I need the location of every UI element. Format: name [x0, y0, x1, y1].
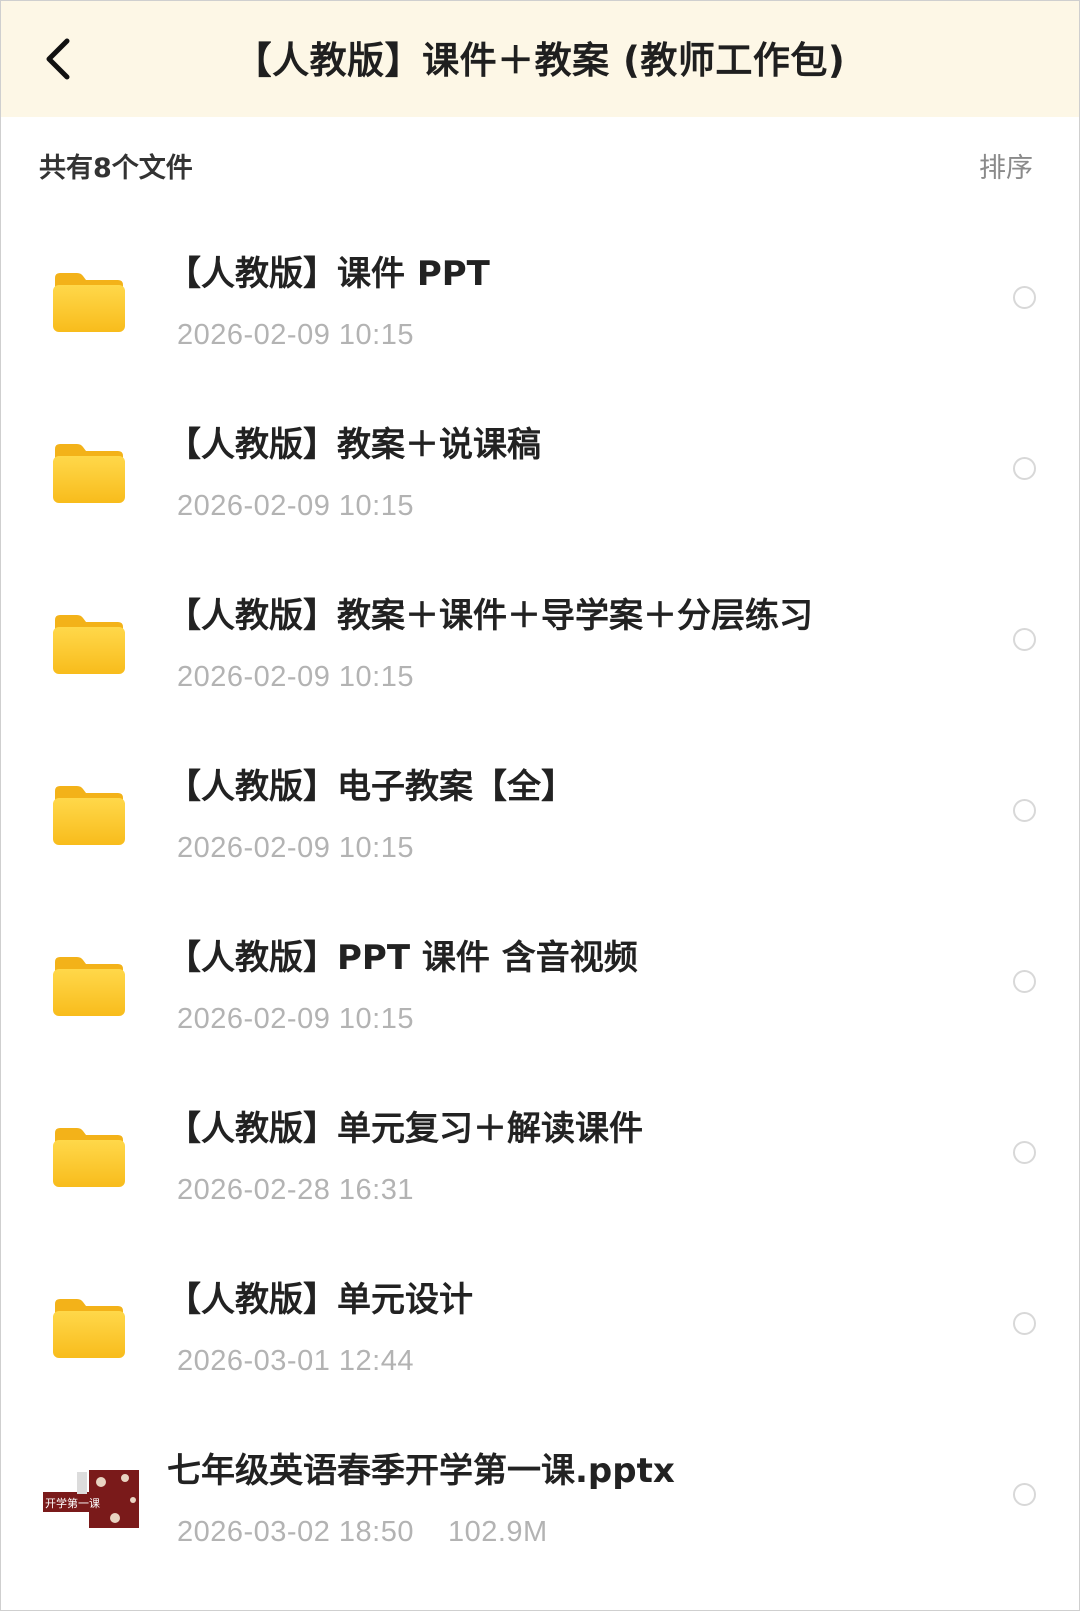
- file-date: 2026-02-09 10:15: [177, 999, 414, 1039]
- select-radio[interactable]: [1013, 457, 1036, 480]
- select-radio[interactable]: [1013, 1312, 1036, 1335]
- list-item-folder[interactable]: 【人教版】教案＋课件＋导学案＋分层练习 2026-02-09 10:15: [1, 565, 1079, 736]
- header-bar: 【人教版】课件＋教案 (教师工作包): [1, 1, 1079, 117]
- folder-icon: [53, 444, 125, 503]
- sort-button[interactable]: 排序: [979, 149, 1033, 189]
- list-item-folder[interactable]: 【人教版】电子教案【全】 2026-02-09 10:15: [1, 736, 1079, 907]
- select-radio[interactable]: [1013, 799, 1036, 822]
- pptx-thumbnail-icon: 开学第一课: [37, 1470, 141, 1528]
- file-name: 【人教版】课件 PPT: [167, 254, 490, 294]
- back-button[interactable]: [37, 35, 81, 83]
- file-date: 2026-02-09 10:15: [177, 315, 414, 355]
- folder-icon: [53, 1128, 125, 1187]
- file-name: 【人教版】教案＋课件＋导学案＋分层练习: [167, 596, 813, 636]
- file-name: 【人教版】单元设计: [167, 1280, 473, 1320]
- list-item-folder[interactable]: 【人教版】单元复习＋解读课件 2026-02-28 16:31: [1, 1078, 1079, 1249]
- select-radio[interactable]: [1013, 970, 1036, 993]
- file-date: 2026-02-09 10:15: [177, 657, 414, 697]
- timestamp: 2026-02-09 10:15: [177, 661, 414, 693]
- file-browser-screen: 【人教版】课件＋教案 (教师工作包) 共有8个文件 排序 【人教版】课件 PPT…: [0, 0, 1080, 1611]
- file-date: 2026-02-28 16:31: [177, 1170, 414, 1210]
- file-date: 2026-02-09 10:15: [177, 828, 414, 868]
- page-title: 【人教版】课件＋教案 (教师工作包): [234, 39, 846, 82]
- folder-icon: [53, 957, 125, 1016]
- timestamp: 2026-03-02 18:50: [177, 1516, 414, 1548]
- list-item-pptx-file[interactable]: 开学第一课 七年级英语春季开学第一课.pptx 2026-03-02 18:50…: [1, 1420, 1079, 1591]
- folder-icon: [53, 615, 125, 674]
- file-list: 【人教版】课件 PPT 2026-02-09 10:15 【人教版】教案＋说课稿…: [1, 223, 1079, 1591]
- chevron-left-icon: [46, 38, 70, 80]
- file-name: 七年级英语春季开学第一课.pptx: [167, 1451, 675, 1491]
- timestamp: 2026-02-09 10:15: [177, 490, 414, 522]
- folder-icon: [53, 786, 125, 845]
- timestamp: 2026-03-01 12:44: [177, 1345, 414, 1377]
- select-radio[interactable]: [1013, 1141, 1036, 1164]
- file-name: 【人教版】PPT 课件 含音视频: [167, 938, 638, 978]
- list-item-folder[interactable]: 【人教版】单元设计 2026-03-01 12:44: [1, 1249, 1079, 1420]
- select-radio[interactable]: [1013, 1483, 1036, 1506]
- timestamp: 2026-02-09 10:15: [177, 832, 414, 864]
- file-date: 2026-02-09 10:15: [177, 486, 414, 526]
- file-name: 【人教版】单元复习＋解读课件: [167, 1109, 643, 1149]
- file-name: 【人教版】电子教案【全】: [167, 767, 575, 807]
- timestamp: 2026-02-09 10:15: [177, 319, 414, 351]
- folder-icon: [53, 273, 125, 332]
- file-count-label: 共有8个文件: [39, 153, 193, 184]
- timestamp: 2026-02-28 16:31: [177, 1174, 414, 1206]
- file-date: 2026-03-01 12:44: [177, 1341, 414, 1381]
- timestamp: 2026-02-09 10:15: [177, 1003, 414, 1035]
- select-radio[interactable]: [1013, 628, 1036, 651]
- list-item-folder[interactable]: 【人教版】PPT 课件 含音视频 2026-02-09 10:15: [1, 907, 1079, 1078]
- list-item-folder[interactable]: 【人教版】教案＋说课稿 2026-02-09 10:15: [1, 394, 1079, 565]
- select-radio[interactable]: [1013, 286, 1036, 309]
- list-item-folder[interactable]: 【人教版】课件 PPT 2026-02-09 10:15: [1, 223, 1079, 394]
- folder-icon: [53, 1299, 125, 1358]
- svg-text:开学第一课: 开学第一课: [45, 1496, 100, 1510]
- file-meta: 2026-03-02 18:50 102.9M: [177, 1512, 548, 1552]
- file-name: 【人教版】教案＋说课稿: [167, 425, 541, 465]
- file-size: 102.9M: [447, 1516, 548, 1548]
